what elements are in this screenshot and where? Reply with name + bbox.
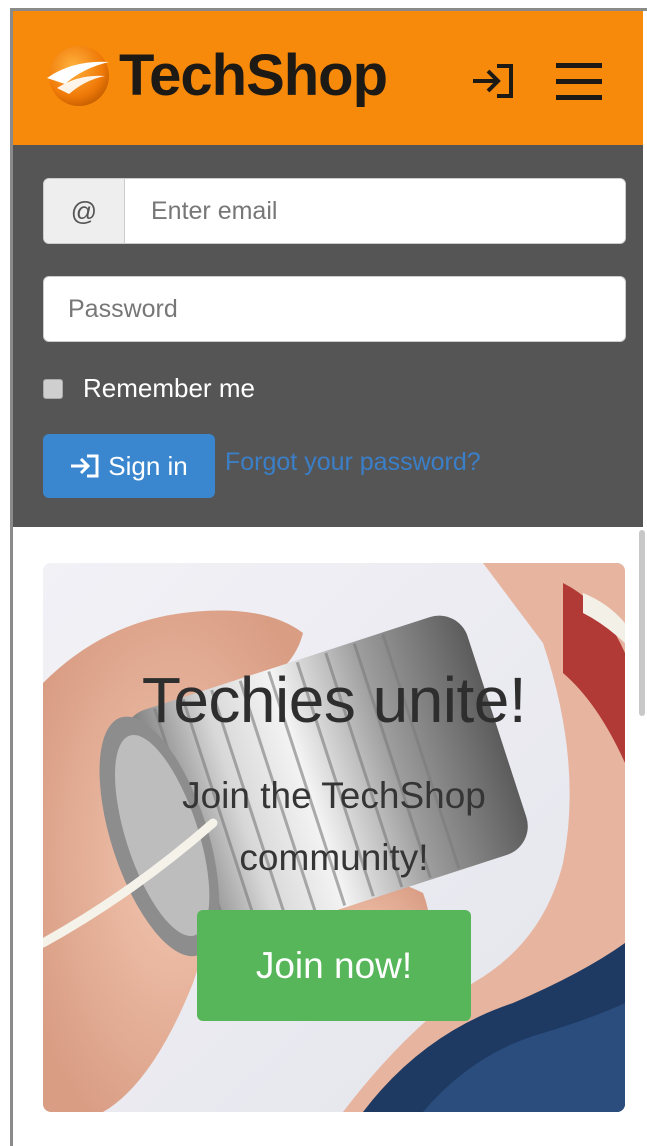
email-input[interactable] xyxy=(125,179,625,243)
hero-title: Techies unite! xyxy=(141,664,527,736)
brand-name: TechShop xyxy=(119,42,388,108)
password-input[interactable] xyxy=(43,276,626,342)
email-at-addon: @ xyxy=(44,179,125,243)
sign-in-label: Sign in xyxy=(108,450,188,481)
sign-in-button[interactable]: Sign in xyxy=(43,434,215,498)
hero-banner: Techies unite! Join the TechShop communi… xyxy=(43,563,625,1112)
sign-in-icon xyxy=(473,64,513,98)
page: TechShop @ Remember me xyxy=(0,0,647,1146)
hero-subtitle: Join the TechShop community! xyxy=(182,775,486,878)
scrollbar[interactable] xyxy=(639,530,645,716)
hamburger-menu-icon xyxy=(556,63,602,100)
login-panel: @ Remember me Sign in Forgot your passwo… xyxy=(13,145,643,527)
remember-checkbox[interactable] xyxy=(43,378,63,399)
brand-logo[interactable]: TechShop xyxy=(43,35,388,115)
sign-in-icon xyxy=(71,454,99,478)
email-input-group: @ xyxy=(43,178,626,244)
navbar: TechShop xyxy=(13,11,643,145)
header-menu-button[interactable] xyxy=(555,57,603,105)
join-now-button[interactable]: Join now! xyxy=(197,910,471,1021)
header-sign-in-button[interactable] xyxy=(469,57,517,105)
remember-me[interactable]: Remember me xyxy=(43,373,255,404)
forgot-password-link[interactable]: Forgot your password? xyxy=(225,448,481,477)
remember-label: Remember me xyxy=(83,373,255,403)
logo-mark-icon xyxy=(43,40,113,110)
